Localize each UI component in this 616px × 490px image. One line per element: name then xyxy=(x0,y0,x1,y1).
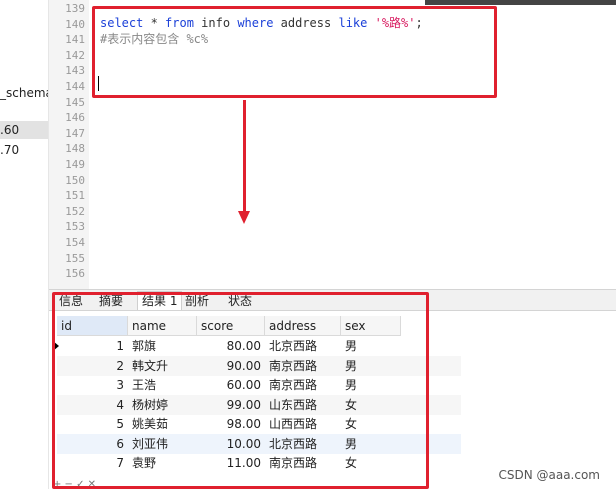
line-number: 139 xyxy=(65,2,85,15)
annotation-box-query xyxy=(92,6,497,98)
line-number: 152 xyxy=(65,204,85,218)
line-number: 155 xyxy=(65,251,85,265)
line-number: 150 xyxy=(65,173,85,187)
tree-item-70[interactable]: .70 xyxy=(0,141,19,159)
annotation-box-results xyxy=(52,292,429,489)
tree-item-label: _schema xyxy=(0,86,48,100)
annotation-arrow-line xyxy=(243,100,246,212)
tree-item-label: .70 xyxy=(0,143,20,157)
line-number: 147 xyxy=(65,126,85,140)
line-number: 140 xyxy=(65,17,85,31)
line-number: 151 xyxy=(65,189,85,203)
line-number: 146 xyxy=(65,111,85,125)
watermark: CSDN @aaa.com xyxy=(498,468,600,482)
object-tree-panel: _schema .60 .70 xyxy=(0,0,49,489)
line-number: 145 xyxy=(65,95,85,109)
toolbar-edge xyxy=(425,0,616,5)
line-number: 153 xyxy=(65,220,85,234)
line-number: 156 xyxy=(65,267,85,281)
tree-item-schema[interactable]: _schema xyxy=(0,84,48,102)
line-number: 154 xyxy=(65,236,85,249)
line-number: 141 xyxy=(65,33,85,47)
tree-item-selected[interactable]: .60 xyxy=(0,121,48,139)
line-number: 142 xyxy=(65,48,85,62)
line-number: 143 xyxy=(65,64,85,78)
annotation-arrow-head xyxy=(238,211,250,224)
line-number: 149 xyxy=(65,158,85,171)
line-number: 144 xyxy=(65,80,85,93)
tree-item-label: .60 xyxy=(0,123,20,137)
line-number: 148 xyxy=(65,142,85,156)
